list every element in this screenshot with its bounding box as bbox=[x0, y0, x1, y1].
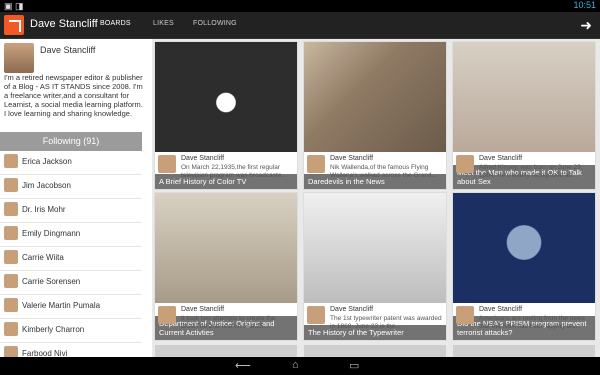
avatar bbox=[4, 298, 18, 312]
board-description: Americans are reeling from the news that… bbox=[479, 315, 585, 330]
board-card[interactable]: Department of Justice: Origins and Curre… bbox=[155, 193, 297, 340]
board-card[interactable]: A Brief History of Color TV Dave Stancli… bbox=[155, 42, 297, 189]
profile-sidebar: Dave Stancliff I'm a retired newspaper e… bbox=[0, 39, 152, 357]
board-image bbox=[304, 42, 446, 152]
list-item[interactable]: Erica Jackson bbox=[0, 151, 142, 175]
list-item[interactable]: Dr. Iris Mohr bbox=[0, 199, 142, 223]
action-bar: Dave Stancliff BOARDS LIKES FOLLOWING ➜ bbox=[0, 12, 600, 50]
avatar bbox=[456, 306, 474, 324]
board-meta: Dave Stancliff Nik Wallenda,of the famou… bbox=[304, 152, 446, 189]
board-author: Dave Stancliff bbox=[181, 306, 225, 313]
person-name: Jim Jacobson bbox=[22, 181, 71, 190]
avatar bbox=[4, 154, 18, 168]
board-author: Dave Stancliff bbox=[330, 155, 374, 162]
tab-following[interactable]: FOLLOWING bbox=[193, 20, 237, 27]
avatar bbox=[456, 155, 474, 173]
avatar bbox=[4, 226, 18, 240]
board-meta: Dave Stancliff The 1st typewriter patent… bbox=[304, 303, 446, 340]
following-header[interactable]: Following (91) bbox=[0, 132, 142, 151]
avatar bbox=[307, 155, 325, 173]
board-meta: Dave Stancliff It took two attempts to c… bbox=[155, 303, 297, 340]
status-bar: ▣ ◨ 10:51 bbox=[0, 0, 600, 12]
list-item[interactable]: Carrie Wiita bbox=[0, 247, 142, 271]
avatar bbox=[4, 250, 18, 264]
list-item[interactable]: Emily Dingmann bbox=[0, 223, 142, 247]
system-nav-bar: ⟵ ⌂ ▭ bbox=[0, 357, 600, 375]
system-time: 10:51 bbox=[573, 0, 596, 10]
board-image bbox=[155, 42, 297, 152]
person-name: Dr. Iris Mohr bbox=[22, 205, 66, 214]
board-meta: Dave Stancliff Alfred Kinsey, was born o… bbox=[453, 152, 595, 189]
person-name: Farbood Nivi bbox=[22, 349, 68, 357]
page-title: Dave Stancliff bbox=[30, 18, 98, 30]
profile-bio: I'm a retired newspaper editor & publish… bbox=[4, 73, 143, 118]
avatar bbox=[4, 202, 18, 216]
tab-likes[interactable]: LIKES bbox=[153, 20, 174, 27]
person-name: Valerie Martin Pumala bbox=[22, 301, 101, 310]
notification-icons: ▣ ◨ bbox=[4, 1, 24, 11]
avatar bbox=[307, 306, 325, 324]
board-meta: Dave Stancliff On March 22,1935,the firs… bbox=[155, 152, 297, 189]
recents-icon[interactable]: ▭ bbox=[349, 359, 359, 372]
avatar bbox=[4, 322, 18, 336]
back-icon[interactable]: ⟵ bbox=[235, 359, 251, 372]
person-name: Emily Dingmann bbox=[22, 229, 81, 238]
board-author: Dave Stancliff bbox=[330, 306, 374, 313]
person-name: Carrie Sorensen bbox=[22, 277, 81, 286]
board-author: Dave Stancliff bbox=[181, 155, 225, 162]
list-item[interactable]: Valerie Martin Pumala bbox=[0, 295, 142, 319]
board-description: It took two attempts to create the DOJ.T… bbox=[181, 315, 276, 330]
board-image bbox=[453, 193, 595, 303]
list-item[interactable]: Kimberly Charron bbox=[0, 319, 142, 343]
board-author: Dave Stancliff bbox=[479, 306, 523, 313]
board-card[interactable]: Daredevils in the News Dave Stancliff Ni… bbox=[304, 42, 446, 189]
board-meta: Dave Stancliff Americans are reeling fro… bbox=[453, 303, 595, 340]
board-description: The 1st typewriter patent was awarded in… bbox=[330, 315, 442, 330]
boards-grid: A Brief History of Color TV Dave Stancli… bbox=[152, 39, 600, 357]
list-item[interactable]: Farbood Nivi bbox=[0, 343, 142, 357]
following-list: Erica Jackson Jim Jacobson Dr. Iris Mohr… bbox=[0, 151, 142, 357]
avatar bbox=[158, 306, 176, 324]
board-description: Alfred Kinsey, was born on June 23, 1894… bbox=[479, 164, 583, 179]
board-image bbox=[155, 193, 297, 303]
person-name: Erica Jackson bbox=[22, 157, 72, 166]
board-description: On March 22,1935,the first regular telev… bbox=[181, 164, 287, 179]
board-card[interactable]: The History of the Typewriter Dave Stanc… bbox=[304, 193, 446, 340]
avatar bbox=[4, 274, 18, 288]
board-card[interactable] bbox=[155, 345, 297, 357]
person-name: Carrie Wiita bbox=[22, 253, 64, 262]
avatar bbox=[4, 178, 18, 192]
arrow-right-icon[interactable]: ➜ bbox=[580, 17, 592, 34]
board-image bbox=[453, 42, 595, 152]
profile-name: Dave Stancliff bbox=[40, 45, 96, 55]
avatar bbox=[4, 346, 18, 357]
list-item[interactable]: Carrie Sorensen bbox=[0, 271, 142, 295]
person-name: Kimberly Charron bbox=[22, 325, 85, 334]
avatar bbox=[158, 155, 176, 173]
board-card[interactable]: Did the NSA's PRISM program prevent terr… bbox=[453, 193, 595, 340]
board-card[interactable]: Meet the Man who made it OK to Talk abou… bbox=[453, 42, 595, 189]
tab-boards[interactable]: BOARDS bbox=[100, 20, 131, 27]
app-logo[interactable] bbox=[4, 15, 24, 35]
board-description: Nik Wallenda,of the famous Flying Wallen… bbox=[330, 164, 437, 179]
list-item[interactable]: Jim Jacobson bbox=[0, 175, 142, 199]
board-card[interactable] bbox=[453, 345, 595, 357]
board-author: Dave Stancliff bbox=[479, 155, 523, 162]
avatar bbox=[4, 43, 34, 73]
board-image bbox=[304, 193, 446, 303]
home-icon[interactable]: ⌂ bbox=[292, 359, 299, 371]
board-card[interactable] bbox=[304, 345, 446, 357]
